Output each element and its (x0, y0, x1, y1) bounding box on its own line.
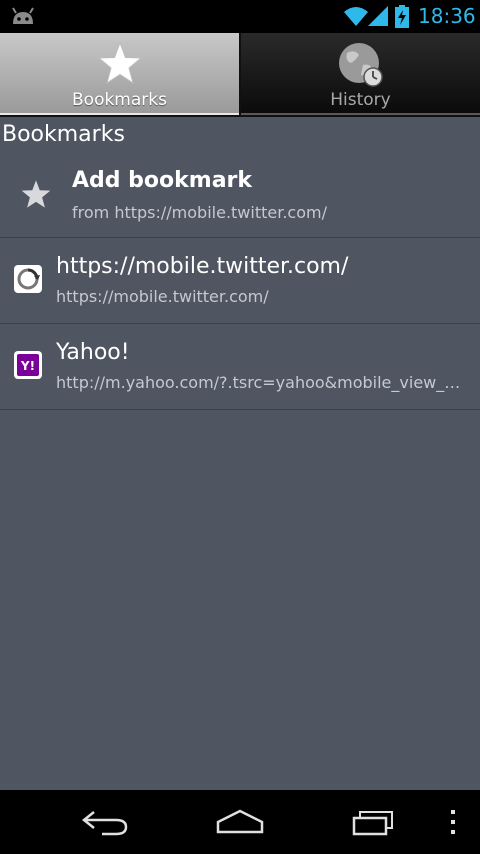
screen: 18:36 Bookmarks History Bookmarks Add bo… (0, 0, 480, 854)
navigation-bar (0, 790, 480, 854)
bookmark-url: https://mobile.twitter.com/ (56, 287, 269, 306)
twitter-favicon-icon (14, 265, 42, 293)
recent-apps-icon[interactable] (350, 806, 398, 836)
bookmark-url: from https://mobile.twitter.com/ (72, 203, 327, 222)
tab-bookmarks[interactable]: Bookmarks (0, 33, 239, 115)
section-header: Bookmarks (2, 122, 125, 147)
bookmark-item[interactable]: Y! Yahoo! http://m.yahoo.com/?.tsrc=yaho… (0, 324, 480, 410)
android-debug-icon (12, 7, 34, 24)
yahoo-icon-text: Y! (20, 359, 35, 373)
add-bookmark-item[interactable]: Add bookmark from https://mobile.twitter… (0, 152, 480, 238)
wifi-icon (344, 7, 368, 26)
home-icon[interactable] (214, 808, 266, 836)
signal-icon (368, 6, 388, 26)
tab-label: History (330, 90, 391, 110)
bookmark-url: http://m.yahoo.com/?.tsrc=yahoo&mobile_v… (56, 373, 470, 392)
tab-history[interactable]: History (241, 33, 480, 115)
star-icon (21, 180, 51, 208)
yahoo-favicon-icon: Y! (14, 351, 42, 379)
bookmark-title: Yahoo! (56, 340, 130, 365)
tab-label: Bookmarks (72, 90, 167, 110)
bookmark-title: https://mobile.twitter.com/ (56, 254, 349, 279)
menu-icon[interactable] (448, 808, 458, 836)
bookmark-title: Add bookmark (72, 168, 253, 193)
back-icon[interactable] (80, 808, 130, 838)
battery-charging-icon (395, 5, 409, 28)
globe-clock-icon (338, 43, 383, 87)
bookmark-item[interactable]: https://mobile.twitter.com/ https://mobi… (0, 238, 480, 324)
status-bar: 18:36 (0, 0, 480, 33)
status-clock: 18:36 (418, 4, 476, 28)
star-icon (97, 41, 142, 85)
tab-bar: Bookmarks History (0, 33, 480, 117)
